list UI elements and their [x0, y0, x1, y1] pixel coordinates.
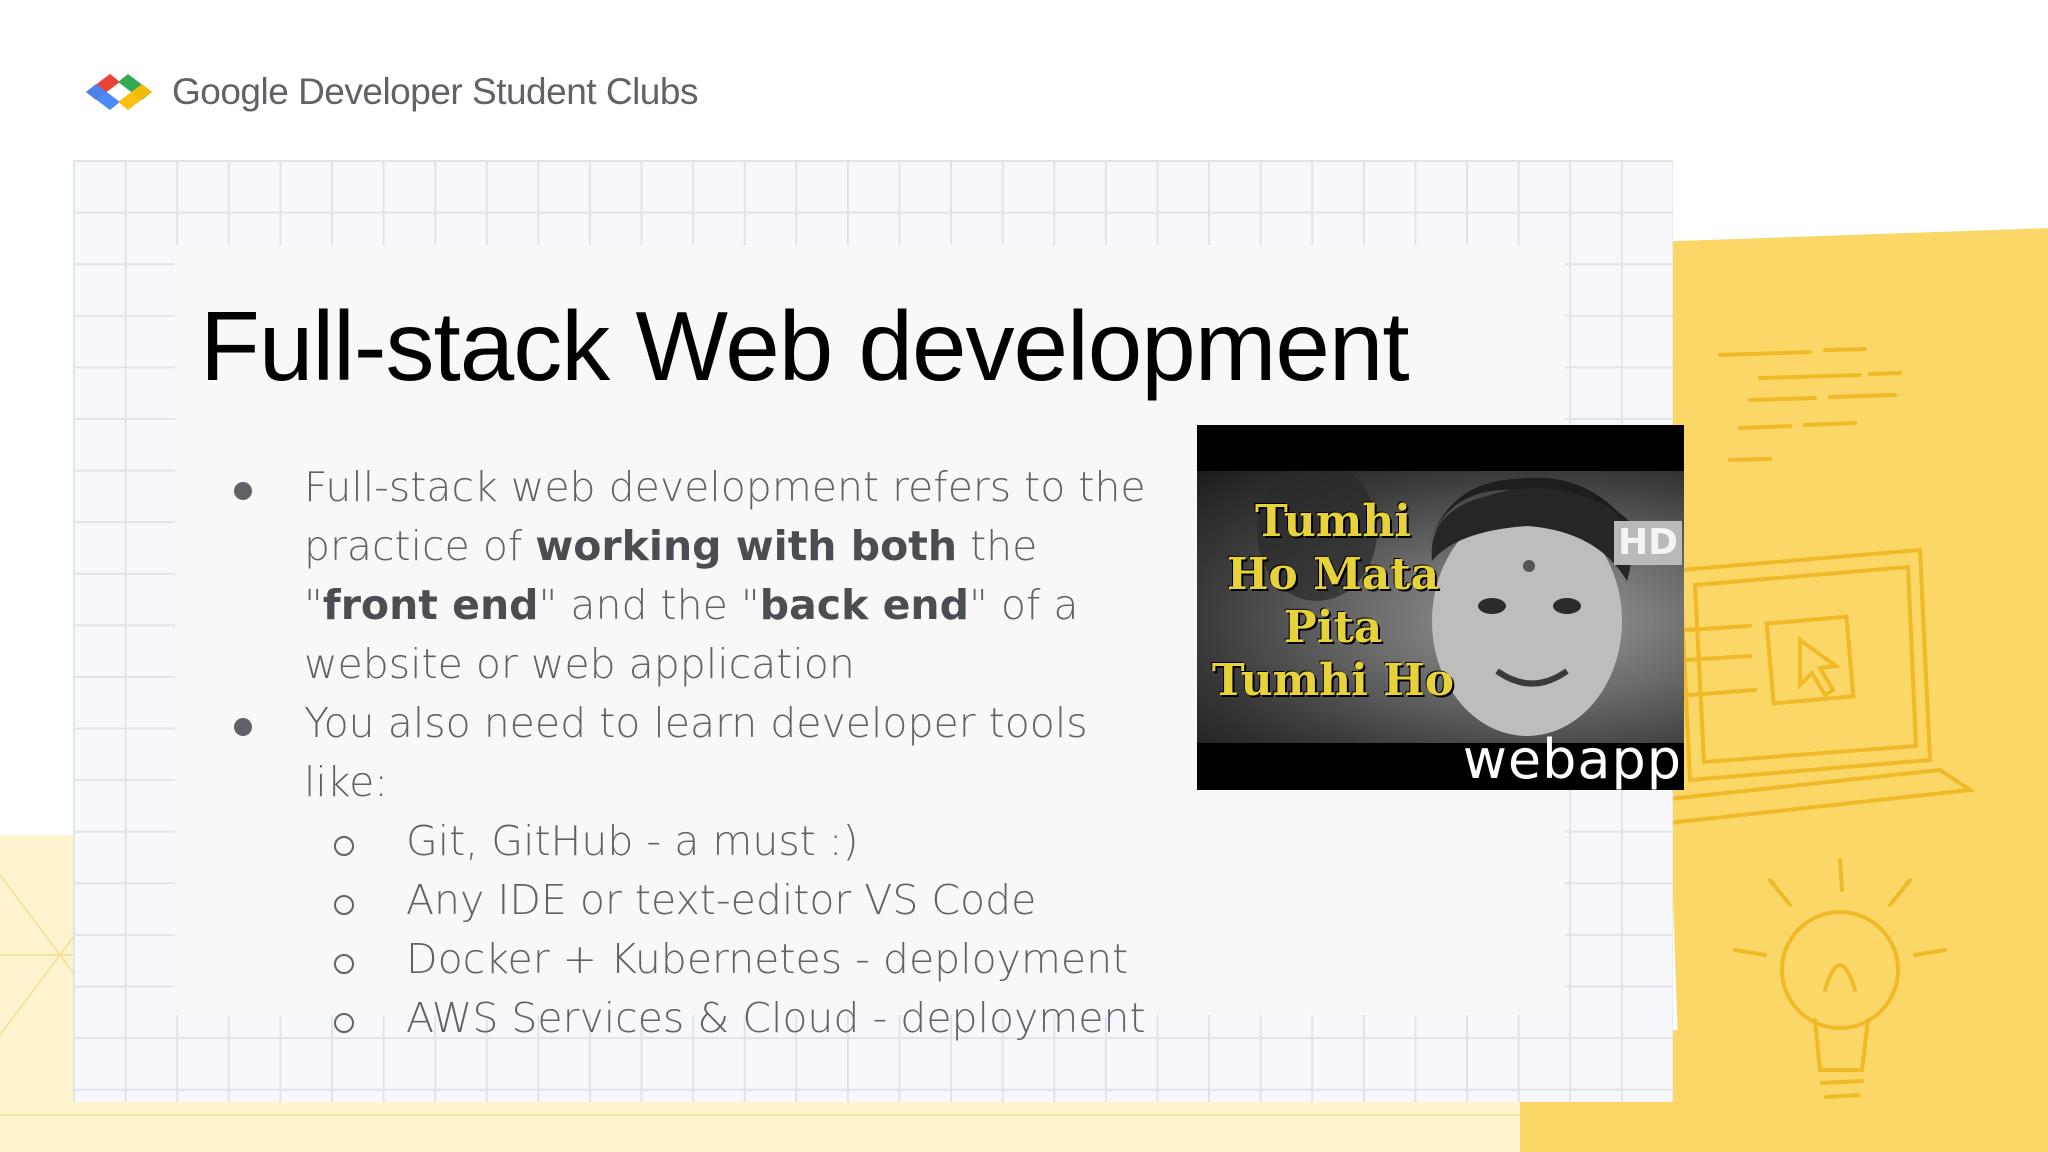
doodle-illustrations [1646, 347, 1976, 1099]
logo-text: Google Developer Student Clubs [172, 71, 698, 112]
gdsc-brackets-icon [86, 74, 152, 110]
bullet-item: Full-stack web development refers to the… [230, 458, 1150, 694]
bullet-text: " and the " [538, 581, 760, 629]
laptop-doodle [1646, 547, 1976, 828]
page-title: Full-stack Web development [200, 291, 1410, 401]
caption-line: Tumhi Ho [1211, 655, 1455, 706]
sub-bullet-item: AWS Services & Cloud - deployment [230, 989, 1150, 1048]
thumbnail-caption: Tumhi Ho Mata Pita Tumhi Ho [1203, 495, 1463, 707]
bullet-text: You also need to learn developer tools l… [304, 699, 1088, 806]
bold-text: front end [322, 581, 539, 629]
sub-bullet-item: Docker + Kubernetes - deployment [230, 930, 1150, 989]
sub-bullet-list: Git, GitHub - a must :) Any IDE or text-… [304, 812, 1150, 1048]
sub-bullet-item: Any IDE or text-editor VS Code [230, 871, 1150, 930]
lightbulb-doodle [1733, 858, 1947, 1099]
text-lines-doodle [1718, 347, 1902, 462]
webapp-watermark: webapp [1462, 728, 1682, 790]
caption-line: Tumhi [1255, 496, 1411, 547]
bullet-item: You also need to learn developer tools l… [230, 694, 1150, 1048]
hd-badge: HD [1613, 521, 1682, 565]
sub-bullet-item: Git, GitHub - a must :) [230, 812, 1150, 871]
caption-line: Ho Mata [1226, 549, 1440, 600]
video-thumbnail[interactable]: HD Tumhi Ho Mata Pita Tumhi Ho webapp [1197, 425, 1684, 790]
bullet-list: Full-stack web development refers to the… [230, 458, 1150, 1048]
caption-line: Pita [1283, 602, 1383, 653]
gdsc-logo: Google Developer Student Clubs [80, 70, 698, 114]
bold-text: working with both [535, 522, 958, 570]
slide: Google Developer Student Clubs Full-stac… [0, 0, 2048, 1152]
bold-text: back end [759, 581, 969, 629]
